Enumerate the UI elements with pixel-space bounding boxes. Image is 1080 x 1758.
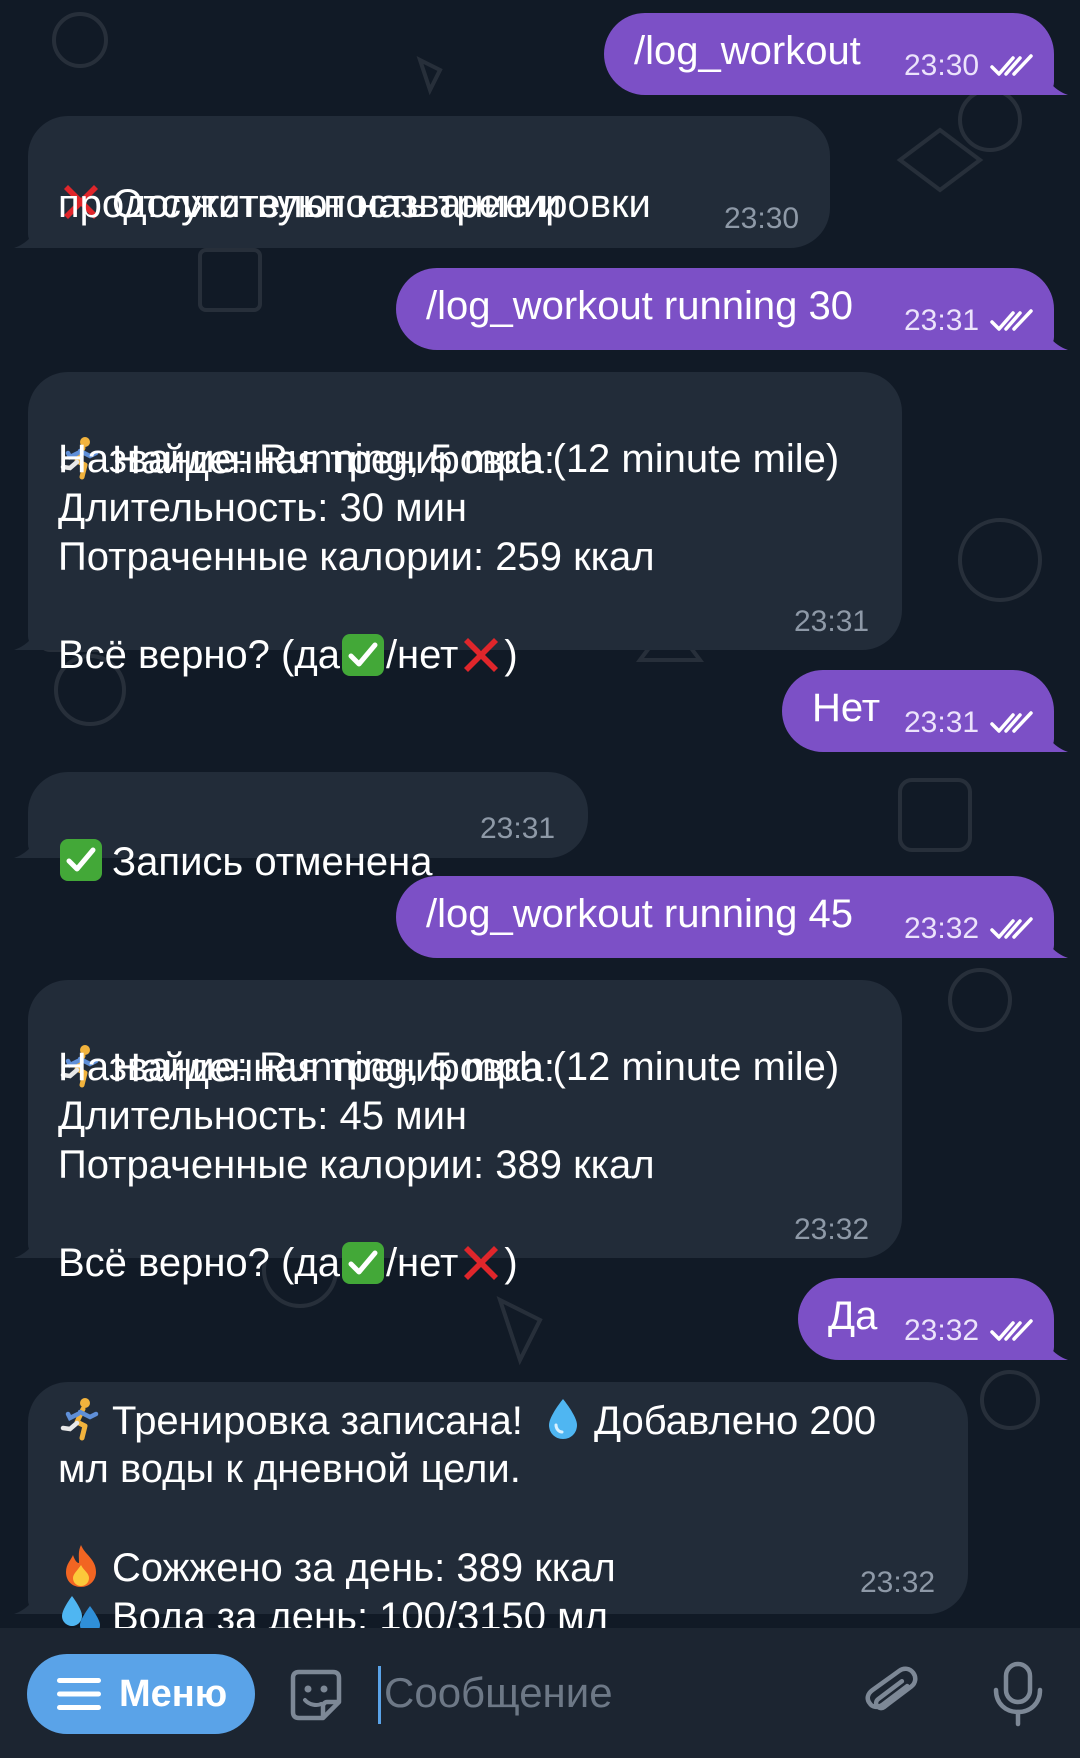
message-input-bar: Меню — [0, 1628, 1080, 1758]
message-time: 23:30 — [724, 202, 800, 235]
cross-mark-icon — [458, 632, 504, 678]
message-incoming[interactable]: Найденная тренировка: Название: Running,… — [28, 980, 902, 1258]
message-text: Нет — [812, 686, 881, 730]
message-incoming[interactable]: Найденная тренировка: Название: Running,… — [28, 372, 902, 650]
bubble-tail — [1038, 928, 1068, 958]
bubble-tail — [14, 620, 44, 650]
bubble-tail — [14, 828, 44, 858]
message-line: Название: Running, 5 mph (12 minute mile… — [58, 1045, 840, 1089]
message-incoming[interactable]: Отсутствуют название и продолжительность… — [28, 116, 830, 248]
message-line: Потраченные калории: 259 ккал — [58, 535, 655, 579]
microphone-icon[interactable] — [990, 1660, 1046, 1728]
message-text: /log_workout running 30 — [426, 284, 853, 328]
message-line: продолжительность тренировки — [58, 182, 651, 226]
menu-button-label: Меню — [119, 1673, 228, 1715]
read-receipt-icon — [990, 916, 1034, 942]
message-time: 23:31 — [794, 605, 870, 638]
message-line: Всё верно? (да/нет) — [58, 1240, 518, 1286]
message-line: Длительность: 30 мин — [58, 486, 468, 530]
message-text: /log_workout running 45 — [426, 892, 853, 936]
droplet-icon — [540, 1396, 586, 1442]
bubble-tail — [14, 1228, 44, 1258]
message-time: 23:32 — [904, 912, 980, 945]
message-time: 23:32 — [904, 1314, 980, 1347]
message-text: Да — [828, 1294, 878, 1338]
message-outgoing[interactable]: /log_workout running 30 23:31 — [396, 268, 1054, 350]
message-text: /log_workout — [634, 29, 861, 73]
bubble-tail — [14, 1584, 44, 1614]
check-mark-icon — [58, 837, 104, 883]
message-input[interactable] — [384, 1658, 824, 1728]
message-outgoing[interactable]: /log_workout 23:30 — [604, 13, 1054, 95]
message-time: 23:32 — [794, 1213, 870, 1246]
message-time: 23:31 — [904, 706, 980, 739]
sticker-icon[interactable] — [285, 1664, 347, 1726]
message-outgoing[interactable]: Нет 23:31 — [782, 670, 1054, 752]
message-line: мл воды к дневной цели. — [58, 1447, 521, 1491]
cross-mark-icon — [458, 1240, 504, 1286]
message-outgoing[interactable]: Да 23:32 — [798, 1278, 1054, 1360]
check-mark-icon — [340, 632, 386, 678]
text-cursor — [378, 1666, 381, 1724]
message-line: Запись отменена — [58, 788, 432, 887]
message-line: Длительность: 45 мин — [58, 1094, 468, 1138]
message-incoming[interactable]: Тренировка записана! Добавлено 200 мл во… — [28, 1382, 968, 1639]
menu-button[interactable]: Меню — [27, 1654, 255, 1734]
bubble-tail — [1038, 320, 1068, 350]
hamburger-icon — [57, 1678, 101, 1710]
message-time: 23:32 — [860, 1566, 936, 1599]
message-time: 23:30 — [904, 49, 980, 82]
bubble-tail — [1038, 65, 1068, 95]
read-receipt-icon — [990, 308, 1034, 334]
message-time: 23:31 — [480, 812, 556, 845]
message-incoming[interactable]: Запись отменена 23:31 — [28, 772, 588, 884]
message-time: 23:31 — [904, 304, 980, 337]
read-receipt-icon — [990, 1318, 1034, 1344]
paperclip-icon[interactable] — [862, 1664, 922, 1726]
message-line: Потраченные калории: 389 ккал — [58, 1143, 655, 1187]
bubble-tail — [14, 218, 44, 248]
read-receipt-icon — [990, 710, 1034, 736]
message-outgoing[interactable]: /log_workout running 45 23:32 — [396, 876, 1054, 958]
read-receipt-icon — [990, 53, 1034, 79]
message-line: Всё верно? (да/нет) — [58, 632, 518, 678]
bubble-tail — [1038, 722, 1068, 752]
message-line: Название: Running, 5 mph (12 minute mile… — [58, 437, 840, 481]
message-line: Тренировка записана! Добавлено 200 — [58, 1396, 876, 1446]
check-mark-icon — [340, 1240, 386, 1286]
runner-icon — [58, 1396, 104, 1442]
bubble-tail — [1038, 1330, 1068, 1360]
